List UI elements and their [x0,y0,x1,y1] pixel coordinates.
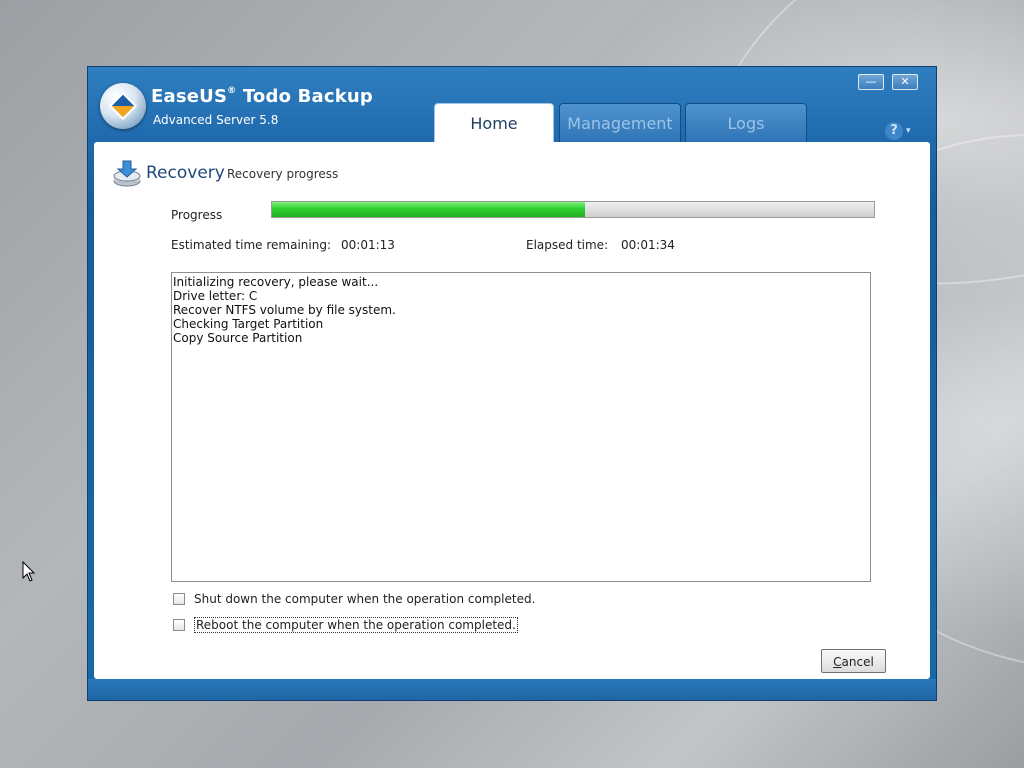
progress-label: Progress [171,208,223,222]
shutdown-checkbox[interactable] [173,593,185,605]
help-icon[interactable]: ? [885,122,903,140]
shutdown-option[interactable]: Shut down the computer when the operatio… [173,592,535,606]
brand-product: Todo Backup [236,86,374,107]
easeus-logo-icon [100,83,146,129]
log-line: Recover NTFS volume by file system. [173,303,396,317]
progress-bar-fill [272,202,586,217]
cancel-button[interactable]: Cancel [821,649,886,673]
recovery-panel: Recovery Recovery progress Progress Esti… [94,142,930,679]
tab-home[interactable]: Home [434,103,554,144]
log-line: Initializing recovery, please wait... [173,275,379,289]
app-window: EaseUS® Todo Backup Advanced Server 5.8 … [87,66,937,701]
window-bottom-bar [88,679,936,700]
estimated-time-label: Estimated time remaining: [171,238,331,252]
recovery-subtitle: Recovery progress [227,167,339,181]
mouse-cursor-icon [22,561,36,582]
log-line: Copy Source Partition [173,331,303,345]
elapsed-time-value: 00:01:34 [621,238,675,252]
shutdown-label[interactable]: Shut down the computer when the operatio… [194,592,535,606]
tab-logs[interactable]: Logs [685,103,807,143]
brand-registered: ® [227,86,237,96]
tab-management[interactable]: Management [559,103,681,143]
log-line: Checking Target Partition [173,317,324,331]
app-brand: EaseUS® Todo Backup [151,86,373,107]
progress-bar [271,201,875,218]
log-line: Drive letter: C [173,289,258,303]
close-button[interactable]: ✕ [892,74,918,90]
recovery-icon [113,160,141,187]
reboot-checkbox[interactable] [173,619,185,631]
reboot-option[interactable]: Reboot the computer when the operation c… [173,617,518,633]
minimize-button[interactable]: — [858,74,884,90]
recovery-title: Recovery [146,163,225,183]
estimated-time-value: 00:01:13 [341,238,395,252]
help-dropdown-icon[interactable]: ▾ [906,126,911,136]
reboot-label[interactable]: Reboot the computer when the operation c… [194,617,518,633]
brand-easeus: EaseUS [151,86,228,107]
app-edition: Advanced Server 5.8 [153,113,279,127]
elapsed-time-label: Elapsed time: [526,238,609,252]
recovery-log[interactable]: Initializing recovery, please wait... Dr… [171,272,871,582]
